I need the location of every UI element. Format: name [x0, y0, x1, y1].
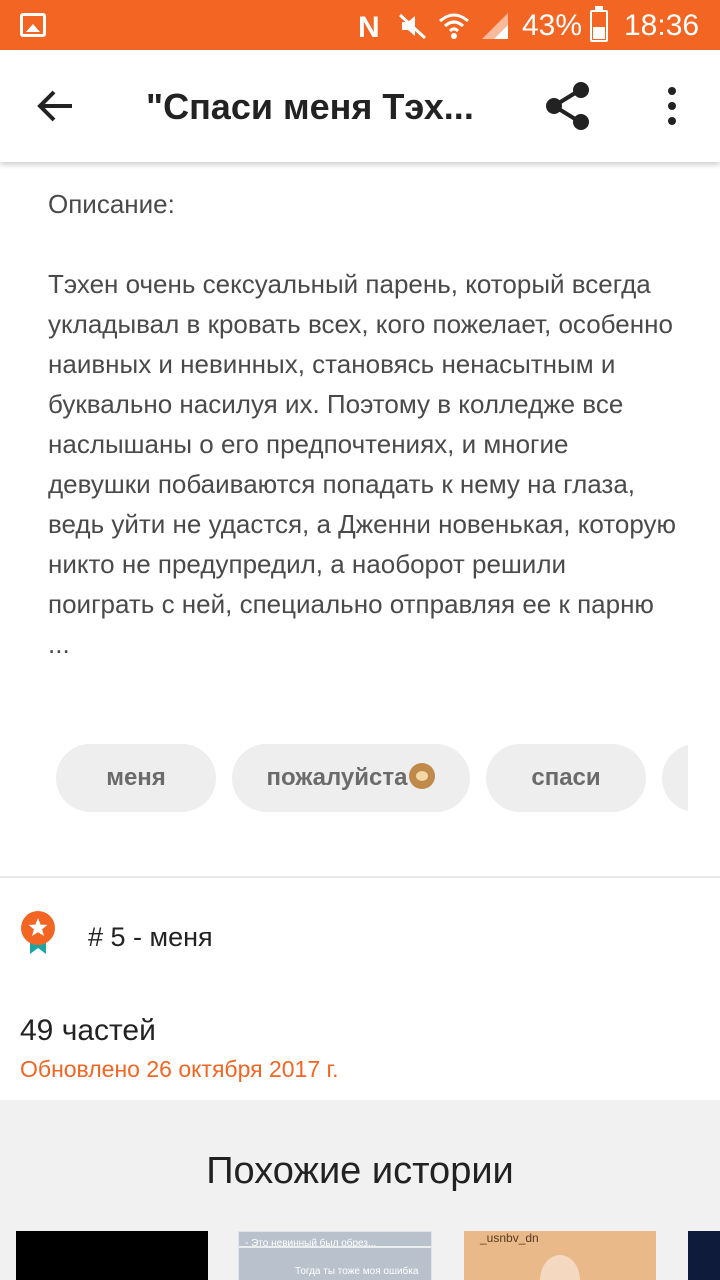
description: Описание: Тэхен очень сексуальный парень… — [48, 184, 678, 664]
updated-date: Обновлено 26 октября 2017 г. — [20, 1056, 339, 1082]
clock: 18:36 — [624, 9, 700, 42]
page-title: "Спаси меня Тэх... — [146, 86, 474, 127]
tag-label: меня — [106, 764, 166, 791]
see-no-evil-monkey-icon — [409, 763, 436, 789]
divider — [0, 876, 720, 878]
status-icons: N — [356, 8, 510, 44]
story-cover[interactable]: - Это невинный был обрез... Тогда ты тож… — [238, 1231, 432, 1280]
description-label: Описание: — [48, 189, 175, 219]
tag-chip[interactable]: пожалуйста — [232, 744, 470, 812]
tag-chip[interactable]: меня — [56, 744, 216, 812]
tag-list: меня пожалуйста спаси — [56, 744, 688, 812]
signal-icon — [482, 13, 508, 39]
status-bar: N 43% 18:36 — [0, 0, 720, 50]
tag-label: пожалуйста — [266, 764, 408, 791]
cover-caption: _usnbv_dn — [480, 1231, 539, 1245]
battery-percent: 43% — [522, 9, 583, 42]
gallery-icon — [20, 13, 46, 37]
tag-chip-partial[interactable] — [662, 744, 688, 812]
similar-stories: Похожие истории - Это невинный был обрез… — [0, 1100, 720, 1280]
cover-caption: - Это невинный был обрез... — [245, 1238, 377, 1249]
cover-caption: Тогда ты тоже моя ошибка — [295, 1266, 419, 1277]
nfc-icon: N — [358, 11, 380, 42]
parts-count: 49 частей — [20, 1014, 156, 1047]
battery-icon — [590, 6, 608, 42]
mute-icon — [398, 13, 427, 40]
app-bar: "Спаси меня Тэх... — [0, 50, 720, 162]
story-cover[interactable] — [16, 1231, 208, 1280]
description-text: Тэхен очень сексуальный парень, который … — [48, 269, 677, 659]
arrow-left-icon[interactable] — [34, 84, 78, 128]
tag-label: спаси — [531, 764, 601, 791]
story-cover-partial[interactable] — [688, 1231, 720, 1280]
tag-chip[interactable]: спаси — [486, 744, 646, 812]
medal-icon — [21, 911, 55, 954]
svg-text:N: N — [358, 11, 380, 42]
ranking-text: # 5 - меня — [88, 922, 213, 952]
wifi-icon — [439, 13, 469, 39]
cover-image — [540, 1255, 580, 1280]
share-icon[interactable] — [542, 80, 594, 132]
more-vertical-icon[interactable] — [660, 86, 684, 126]
story-cover[interactable]: _usnbv_dn — [464, 1231, 656, 1280]
similar-heading: Похожие истории — [206, 1150, 514, 1192]
